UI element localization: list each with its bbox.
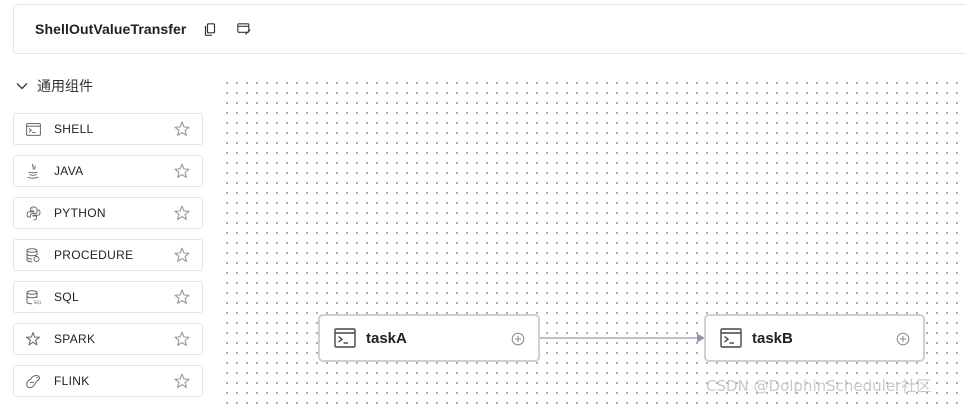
task-item-shell[interactable]: SHELL <box>13 113 203 145</box>
task-item-label: PROCEDURE <box>54 248 134 262</box>
task-item-label: SQL <box>54 290 79 304</box>
task-sidebar: 通用组件 SHELL JAVA PYTHON PROCEDURE SQL SQL… <box>13 70 203 397</box>
node-label: taskA <box>366 329 407 347</box>
dag-edge[interactable] <box>540 330 706 346</box>
star-icon[interactable] <box>174 373 190 389</box>
dag-node-taska[interactable]: taskA <box>318 314 540 362</box>
database-icon <box>25 247 41 263</box>
chevron-down-icon <box>15 79 29 93</box>
add-circle-icon[interactable] <box>896 332 910 346</box>
watermark-text: CSDN @DolphinScheduler社区 <box>706 377 932 395</box>
sql-icon: SQL <box>25 289 41 305</box>
task-item-label: FLINK <box>54 374 90 388</box>
add-circle-icon[interactable] <box>511 332 525 346</box>
task-item-label: SHELL <box>54 122 94 136</box>
star-icon[interactable] <box>174 163 190 179</box>
group-label: 通用组件 <box>37 79 93 95</box>
task-item-label: SPARK <box>54 332 96 346</box>
star-icon[interactable] <box>174 121 190 137</box>
node-label: taskB <box>752 329 793 347</box>
terminal-icon <box>25 121 41 137</box>
edit-icon[interactable] <box>236 22 251 36</box>
star-icon[interactable] <box>174 247 190 263</box>
task-item-python[interactable]: PYTHON <box>13 197 203 229</box>
dag-node-taskb[interactable]: taskB <box>704 314 925 362</box>
star-icon[interactable] <box>174 289 190 305</box>
copy-icon[interactable] <box>203 22 217 36</box>
task-item-java[interactable]: JAVA <box>13 155 203 187</box>
task-item-flink[interactable]: FLINK <box>13 365 203 397</box>
java-icon <box>25 163 41 179</box>
python-icon <box>25 205 41 221</box>
task-item-label: PYTHON <box>54 206 106 220</box>
workflow-header: ShellOutValueTransfer <box>13 4 966 54</box>
terminal-icon <box>719 327 743 349</box>
task-item-sql[interactable]: SQL SQL <box>13 281 203 313</box>
group-toggle-general[interactable]: 通用组件 <box>13 70 203 102</box>
task-item-spark[interactable]: SPARK <box>13 323 203 355</box>
task-item-procedure[interactable]: PROCEDURE <box>13 239 203 271</box>
terminal-icon <box>333 327 357 349</box>
star-icon[interactable] <box>174 331 190 347</box>
svg-text:SQL: SQL <box>33 300 41 305</box>
workflow-title: ShellOutValueTransfer <box>35 21 187 37</box>
spark-icon <box>25 331 41 347</box>
flink-icon <box>25 373 41 389</box>
star-icon[interactable] <box>174 205 190 221</box>
task-item-label: JAVA <box>54 164 84 178</box>
